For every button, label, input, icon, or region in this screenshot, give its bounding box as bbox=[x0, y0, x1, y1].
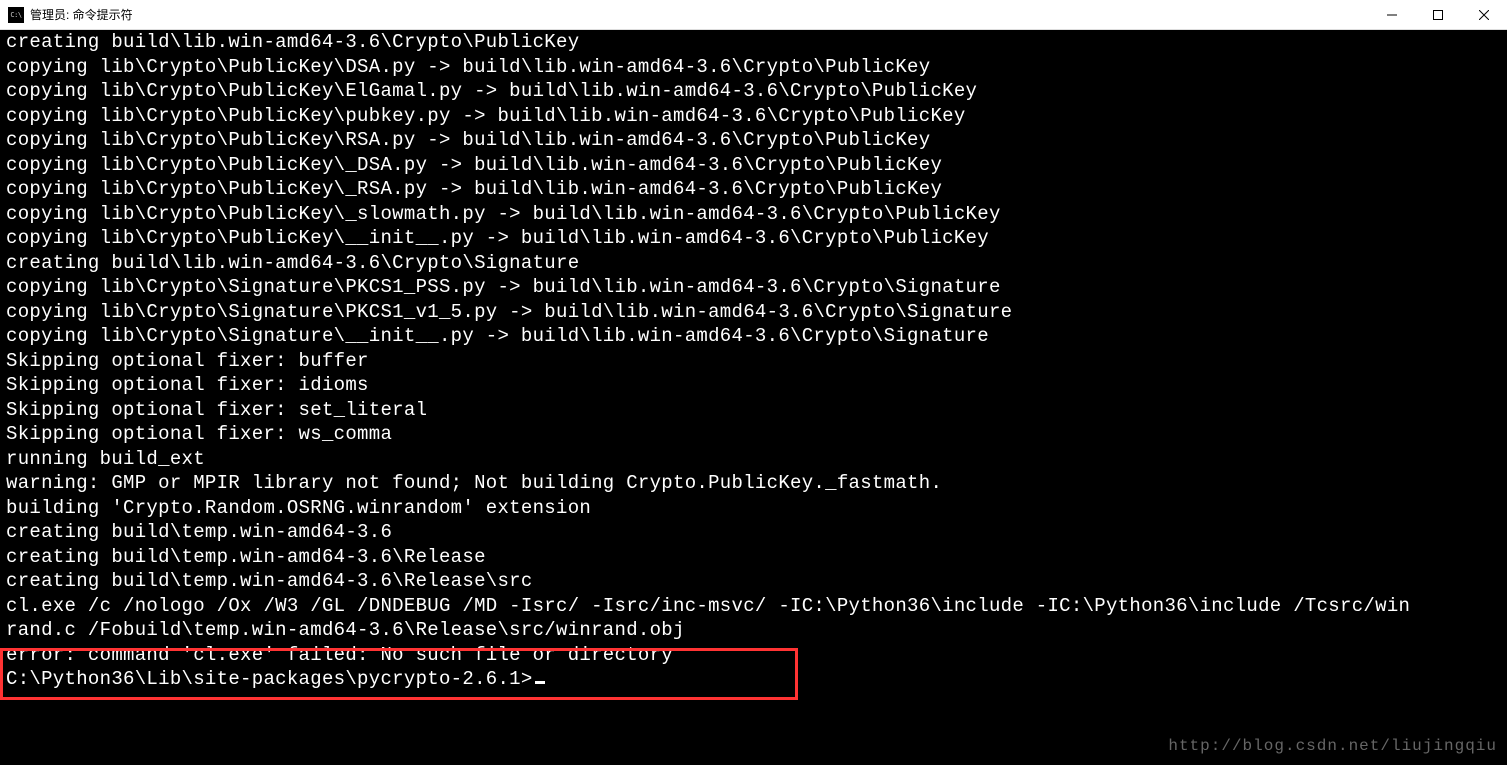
cursor bbox=[535, 681, 545, 684]
titlebar: C:\ 管理员: 命令提示符 bbox=[0, 0, 1507, 30]
terminal-line: rand.c /Fobuild\temp.win-amd64-3.6\Relea… bbox=[6, 618, 1501, 643]
terminal-line: copying lib\Crypto\Signature\PKCS1_v1_5.… bbox=[6, 300, 1501, 325]
cmd-icon: C:\ bbox=[8, 7, 24, 23]
terminal-line: warning: GMP or MPIR library not found; … bbox=[6, 471, 1501, 496]
terminal-output[interactable]: creating build\lib.win-amd64-3.6\Crypto\… bbox=[0, 30, 1507, 765]
terminal-line: copying lib\Crypto\PublicKey\__init__.py… bbox=[6, 226, 1501, 251]
terminal-line: creating build\lib.win-amd64-3.6\Crypto\… bbox=[6, 251, 1501, 276]
terminal-line: error: command 'cl.exe' failed: No such … bbox=[6, 643, 1501, 668]
terminal-line: creating build\temp.win-amd64-3.6\Releas… bbox=[6, 545, 1501, 570]
terminal-line: copying lib\Crypto\PublicKey\DSA.py -> b… bbox=[6, 55, 1501, 80]
close-button[interactable] bbox=[1461, 0, 1507, 29]
terminal-line: copying lib\Crypto\PublicKey\_DSA.py -> … bbox=[6, 153, 1501, 178]
terminal-line: Skipping optional fixer: idioms bbox=[6, 373, 1501, 398]
maximize-button[interactable] bbox=[1415, 0, 1461, 29]
window-title: 管理员: 命令提示符 bbox=[30, 6, 133, 23]
window-controls bbox=[1369, 0, 1507, 29]
minimize-button[interactable] bbox=[1369, 0, 1415, 29]
terminal-line: copying lib\Crypto\PublicKey\ElGamal.py … bbox=[6, 79, 1501, 104]
terminal-line: cl.exe /c /nologo /Ox /W3 /GL /DNDEBUG /… bbox=[6, 594, 1501, 619]
terminal-line: copying lib\Crypto\Signature\__init__.py… bbox=[6, 324, 1501, 349]
terminal-line: running build_ext bbox=[6, 447, 1501, 472]
terminal-line: copying lib\Crypto\PublicKey\pubkey.py -… bbox=[6, 104, 1501, 129]
terminal-line: Skipping optional fixer: ws_comma bbox=[6, 422, 1501, 447]
terminal-line: copying lib\Crypto\PublicKey\RSA.py -> b… bbox=[6, 128, 1501, 153]
terminal-line: building 'Crypto.Random.OSRNG.winrandom'… bbox=[6, 496, 1501, 521]
terminal-line: Skipping optional fixer: set_literal bbox=[6, 398, 1501, 423]
terminal-line: copying lib\Crypto\PublicKey\_slowmath.p… bbox=[6, 202, 1501, 227]
terminal-line: copying lib\Crypto\Signature\PKCS1_PSS.p… bbox=[6, 275, 1501, 300]
terminal-line: creating build\lib.win-amd64-3.6\Crypto\… bbox=[6, 30, 1501, 55]
terminal-line: creating build\temp.win-amd64-3.6 bbox=[6, 520, 1501, 545]
terminal-line: C:\Python36\Lib\site-packages\pycrypto-2… bbox=[6, 667, 1501, 692]
terminal-line: creating build\temp.win-amd64-3.6\Releas… bbox=[6, 569, 1501, 594]
terminal-line: copying lib\Crypto\PublicKey\_RSA.py -> … bbox=[6, 177, 1501, 202]
terminal-line: Skipping optional fixer: buffer bbox=[6, 349, 1501, 374]
